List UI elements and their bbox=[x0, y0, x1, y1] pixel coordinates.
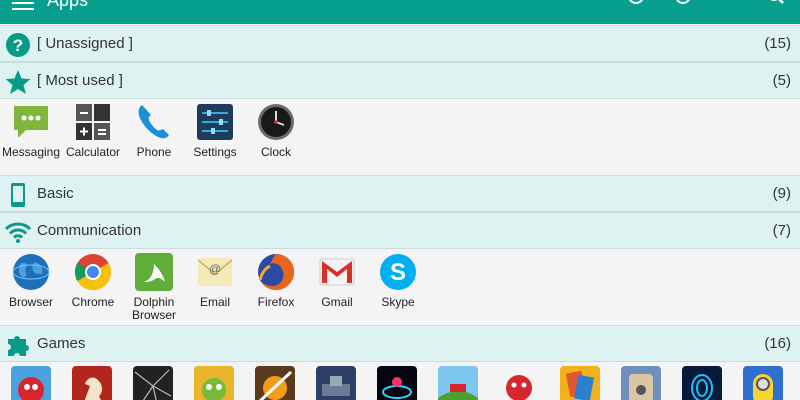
globe-action-icon[interactable] bbox=[626, 0, 646, 10]
section-count: (7) bbox=[772, 222, 791, 239]
app-gmail[interactable]: Gmail bbox=[306, 252, 368, 309]
app-label: Gmail bbox=[321, 295, 353, 309]
app-email[interactable]: @ Email bbox=[184, 252, 246, 309]
star-icon bbox=[5, 70, 31, 94]
section-label: Communication bbox=[37, 222, 142, 239]
fruit-ninja-icon[interactable] bbox=[255, 366, 295, 400]
section-count: (15) bbox=[764, 35, 791, 52]
app-browser[interactable]: Browser bbox=[0, 252, 62, 309]
hill-climb-icon[interactable] bbox=[438, 366, 478, 400]
section-label: Basic bbox=[37, 185, 74, 202]
grid-view-icon[interactable] bbox=[720, 0, 740, 10]
fingerprint-icon[interactable] bbox=[682, 366, 722, 400]
most-used-apps: Messaging Calculator Phone Settings Cloc… bbox=[0, 102, 800, 174]
wifi-icon bbox=[5, 222, 31, 243]
app-label: Chrome bbox=[71, 295, 115, 309]
section-label: Games bbox=[37, 335, 86, 352]
section-count: (16) bbox=[764, 335, 791, 352]
svg-text:S: S bbox=[390, 259, 406, 286]
minion-icon[interactable] bbox=[743, 366, 783, 400]
phone-icon bbox=[138, 105, 169, 139]
app-phone[interactable]: Phone bbox=[123, 102, 185, 159]
section-unassigned[interactable]: ? [ Unassigned ] (15) bbox=[0, 25, 800, 62]
settings-icon bbox=[197, 104, 233, 140]
app-label: Phone bbox=[136, 145, 172, 159]
red-ball-icon[interactable] bbox=[499, 366, 539, 400]
app-dolphin-browser[interactable]: Dolphin Browser bbox=[123, 252, 185, 322]
games-apps bbox=[0, 362, 800, 400]
phone-device-icon bbox=[11, 183, 25, 207]
section-label: [ Unassigned ] bbox=[37, 35, 133, 52]
labyrinth-icon[interactable] bbox=[621, 366, 661, 400]
section-most-used[interactable]: [ Most used ] (5) bbox=[0, 62, 800, 99]
app-chrome[interactable]: Chrome bbox=[62, 252, 124, 309]
svg-text:?: ? bbox=[13, 36, 23, 55]
gmail-icon bbox=[319, 258, 355, 286]
svg-text:@: @ bbox=[209, 262, 221, 276]
angry-birds-icon[interactable] bbox=[11, 366, 51, 400]
page-title: Apps bbox=[47, 0, 89, 10]
email-icon: @ bbox=[197, 258, 233, 286]
section-communication[interactable]: Communication (7) bbox=[0, 212, 800, 249]
communication-apps: Browser Chrome Dolphin Browser @ Email F… bbox=[0, 252, 800, 324]
messaging-icon bbox=[14, 106, 48, 138]
cracked-screen-icon[interactable] bbox=[133, 366, 173, 400]
section-count: (5) bbox=[772, 72, 791, 89]
skype-icon: S bbox=[380, 254, 416, 290]
app-clock[interactable]: Clock bbox=[245, 102, 307, 159]
chess-icon[interactable] bbox=[72, 366, 112, 400]
section-count: (9) bbox=[772, 185, 791, 202]
section-games[interactable]: Games (16) bbox=[0, 325, 800, 362]
app-settings[interactable]: Settings bbox=[184, 102, 246, 159]
app-bar: Apps bbox=[0, 0, 800, 24]
app-label: Skype bbox=[381, 295, 415, 309]
search-icon[interactable] bbox=[766, 0, 786, 10]
app-label: Messaging bbox=[1, 145, 61, 159]
calculator-icon bbox=[76, 104, 110, 140]
battle-icon[interactable] bbox=[316, 366, 356, 400]
clock-icon bbox=[258, 104, 294, 140]
chrome-icon bbox=[74, 254, 112, 291]
app-label: Dolphin Browser bbox=[131, 295, 176, 322]
help-circle-icon: ? bbox=[6, 33, 30, 57]
app-label: Settings bbox=[193, 145, 237, 159]
cut-the-rope-icon[interactable] bbox=[194, 366, 234, 400]
section-basic[interactable]: Basic (9) bbox=[0, 175, 800, 212]
section-label: [ Most used ] bbox=[37, 72, 123, 89]
app-label: Browser bbox=[8, 295, 53, 309]
dolphin-icon bbox=[135, 253, 173, 291]
app-messaging[interactable]: Messaging bbox=[0, 102, 62, 159]
refresh-icon[interactable] bbox=[673, 0, 693, 10]
app-skype[interactable]: S Skype bbox=[367, 252, 429, 309]
firefox-icon bbox=[258, 253, 295, 290]
app-label: Calculator bbox=[65, 145, 121, 159]
app-label: Email bbox=[199, 295, 230, 309]
puzzle-icon bbox=[8, 336, 29, 356]
app-label: Clock bbox=[260, 145, 291, 159]
app-calculator[interactable]: Calculator bbox=[62, 102, 124, 159]
air-hockey-icon[interactable] bbox=[377, 366, 417, 400]
cards-icon[interactable] bbox=[560, 366, 600, 400]
menu-icon[interactable] bbox=[12, 0, 34, 10]
app-label: Firefox bbox=[257, 295, 295, 309]
globe-icon bbox=[12, 254, 50, 290]
app-firefox[interactable]: Firefox bbox=[245, 252, 307, 309]
